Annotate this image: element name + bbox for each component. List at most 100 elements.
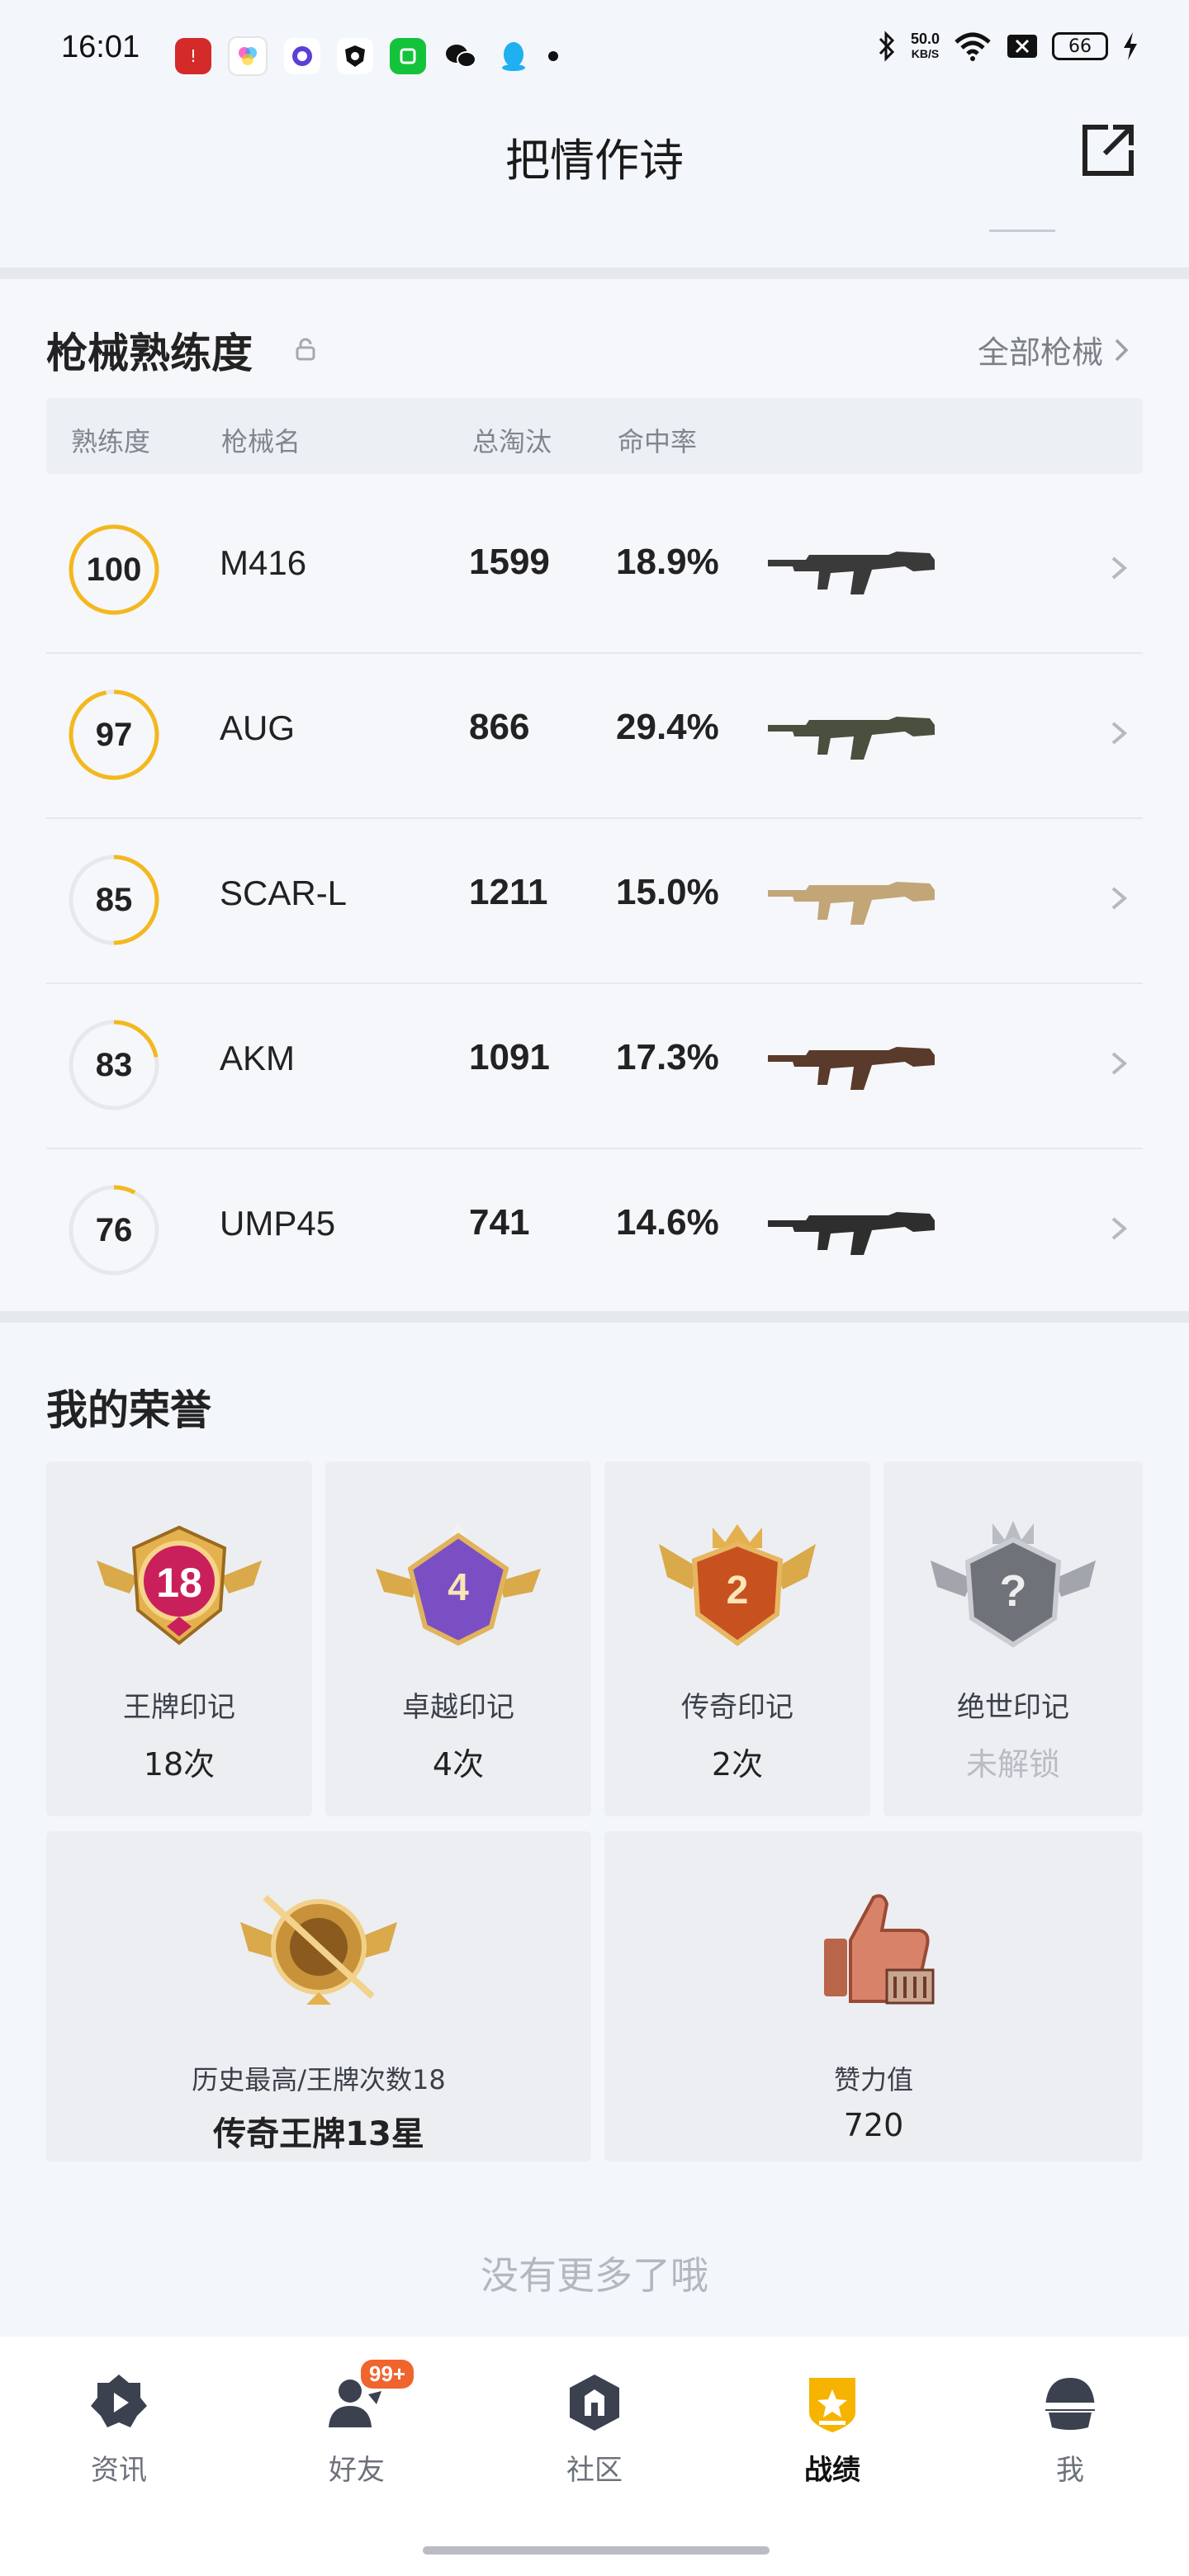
proficiency-ring: 100 [66, 522, 162, 618]
weapon-kills: 1599 [469, 542, 550, 582]
best-rank-badge-icon [240, 1895, 397, 2005]
tab-me[interactable]: 我 [1004, 2370, 1136, 2488]
proficiency-value: 83 [95, 1047, 133, 1083]
tab-label: 我 [1056, 2454, 1084, 2487]
proficiency-value: 76 [95, 1212, 133, 1248]
excellent-mark-badge-icon: 4 [376, 1522, 541, 1646]
proficiency-value: 85 [95, 882, 133, 918]
charging-icon [1124, 32, 1137, 60]
honor-mark-excellent[interactable]: 4 卓越印记 4次 [325, 1461, 591, 1816]
chevron-right-icon [1111, 722, 1128, 745]
col-hit-rate: 命中率 [618, 426, 698, 457]
col-total-kills: 总淘汰 [472, 426, 552, 457]
notification-icons: ! [175, 36, 558, 76]
thumbs-up-icon [824, 1894, 935, 2005]
weapon-name: UMP45 [220, 1204, 336, 1243]
all-weapons-label: 全部枪械 [977, 334, 1103, 371]
best-rank-value: 传奇王牌13星 [213, 2115, 424, 2153]
col-proficiency: 熟练度 [71, 426, 151, 457]
lock-icon[interactable] [294, 337, 317, 362]
tab-label: 资讯 [91, 2454, 147, 2487]
header-indicator [989, 230, 1055, 232]
chevron-right-icon [1111, 1052, 1128, 1075]
honor-mark-label: 王牌印记 [123, 1691, 235, 1724]
share-icon[interactable] [1075, 117, 1141, 183]
app-notification-icon: ! [175, 38, 211, 74]
wechat-icon [443, 38, 479, 74]
weapon-hit-rate: 14.6% [616, 1202, 719, 1243]
tab-community[interactable]: 社区 [528, 2370, 661, 2488]
likes-label: 赞力值 [833, 2064, 913, 2095]
chevron-right-icon [1111, 556, 1128, 580]
weapon-hit-rate: 17.3% [616, 1037, 719, 1077]
proficiency-value: 100 [86, 552, 142, 588]
weapon-hit-rate: 29.4% [616, 707, 719, 747]
peerless-mark-badge-number: ? [1000, 1566, 1027, 1616]
honor-mark-count: 4次 [432, 1746, 485, 1783]
tab-friends[interactable]: 99+ 好友 [291, 2360, 423, 2488]
tab-label: 战绩 [804, 2454, 860, 2487]
honor-mark-label: 卓越印记 [402, 1691, 514, 1724]
weapon-table-header: 熟练度 枪械名 总淘汰 命中率 [46, 398, 1143, 474]
status-bar: 16:01 ! 50.0 KB/S 66 [0, 0, 1189, 99]
record-icon [809, 2378, 855, 2432]
legend-mark-badge-icon: 2 [659, 1524, 816, 1646]
col-weapon-name: 枪械名 [221, 426, 301, 457]
bluetooth-icon [879, 31, 895, 62]
tab-news[interactable]: 资讯 [53, 2370, 185, 2488]
honor-mark-label: 传奇印记 [681, 1691, 793, 1724]
ace-mark-badge-icon: 18 [97, 1525, 262, 1646]
legend-mark-badge-number: 2 [727, 1569, 749, 1612]
weapon-hit-rate: 15.0% [616, 872, 719, 912]
weapon-row[interactable]: 100 M416 1599 18.9% [46, 487, 1143, 654]
community-icon [570, 2375, 619, 2431]
weapon-section-title: 枪械熟练度 [46, 329, 253, 377]
bottom-tab-bar: 资讯 99+ 好友 社区 战绩 我 [0, 2337, 1189, 2576]
tab-label: 好友 [329, 2454, 385, 2487]
proficiency-ring: 97 [66, 687, 162, 783]
weapon-row[interactable]: 85 SCAR-L 1211 15.0% [46, 817, 1143, 984]
home-indicator[interactable] [423, 2546, 770, 2555]
all-weapons-link[interactable]: 全部枪械 [978, 327, 1130, 372]
wifi-icon [955, 32, 991, 61]
best-rank-label: 历史最高/王牌次数18 [192, 2064, 446, 2095]
peerless-mark-badge-icon: ? [931, 1521, 1096, 1648]
proficiency-ring: 76 [66, 1182, 162, 1278]
weapon-name: AUG [220, 708, 296, 747]
weapon-name: SCAR-L [220, 874, 348, 912]
weapon-list: 100 M416 1599 18.9% 97 AUG 866 29.4% 85 SCAR-L 121… [0, 487, 1189, 1313]
profile-helmet-icon [1045, 2378, 1095, 2430]
honor-mark-ace[interactable]: 18 王牌印记 18次 [46, 1461, 312, 1816]
proficiency-value: 97 [95, 717, 133, 753]
chevron-right-icon [1111, 887, 1128, 910]
weapon-image-icon [768, 1212, 935, 1255]
likes-value: 720 [843, 2107, 904, 2143]
weapon-row[interactable]: 97 AUG 866 29.4% [46, 652, 1143, 819]
chevron-right-icon [1115, 339, 1129, 361]
battery-indicator: 66 [1052, 32, 1108, 60]
system-status: 50.0 KB/S 66 [876, 30, 1139, 63]
network-speed: 50.0 KB/S [911, 31, 940, 61]
ace-mark-badge-number: 18 [156, 1560, 202, 1606]
weapon-kills: 866 [469, 707, 530, 747]
page-title: 把情作诗 [505, 135, 684, 187]
weapon-row[interactable]: 76 UMP45 741 14.6% [46, 1148, 1143, 1313]
qq-icon [495, 38, 532, 74]
section-divider [0, 1311, 1189, 1323]
photos-app-icon [228, 36, 268, 76]
honor-mark-peerless[interactable]: ? 绝世印记 未解锁 [883, 1461, 1143, 1816]
proficiency-ring: 85 [66, 852, 162, 948]
honor-mark-count: 未解锁 [965, 1746, 1060, 1783]
tab-record[interactable]: 战绩 [766, 2370, 898, 2488]
proficiency-ring: 83 [66, 1017, 162, 1113]
honor-mark-label: 绝世印记 [957, 1691, 1069, 1724]
honor-mark-legend[interactable]: 2 传奇印记 2次 [604, 1461, 870, 1816]
likes-tile[interactable]: 赞力值 720 [604, 1831, 1143, 2162]
weapon-row[interactable]: 83 AKM 1091 17.3% [46, 983, 1143, 1149]
honor-mark-count: 2次 [711, 1746, 764, 1783]
best-rank-tile[interactable]: 历史最高/王牌次数18 传奇王牌13星 [46, 1831, 591, 2162]
friends-badge: 99+ [361, 2360, 414, 2389]
section-divider [0, 268, 1189, 279]
chevron-right-icon [1111, 1217, 1128, 1240]
weapon-image-icon [768, 552, 935, 594]
